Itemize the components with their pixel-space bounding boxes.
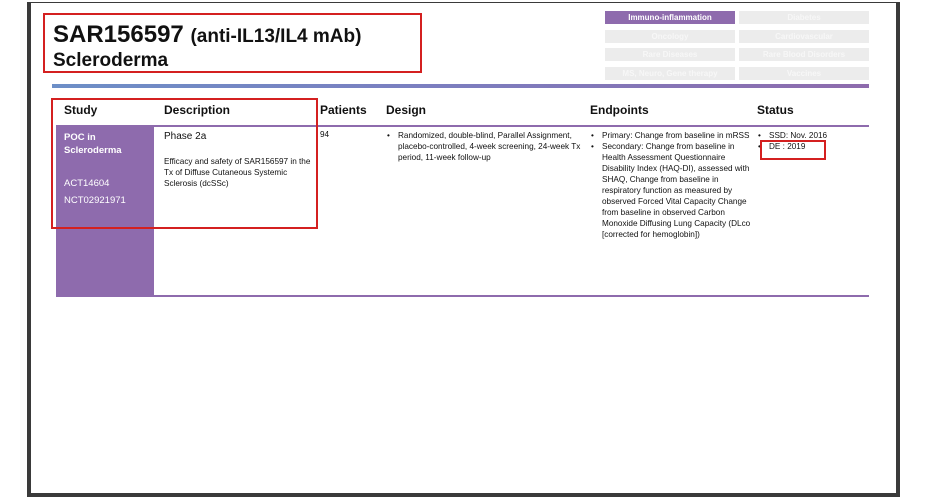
patient-count: 94: [320, 130, 330, 139]
tag-diabetes: Diabetes: [739, 11, 869, 24]
endpoint-primary: Primary: Change from baseline in mRSS: [591, 130, 752, 141]
table-bottom-rule: [56, 295, 869, 297]
status-de-highlight-box: [760, 140, 826, 160]
column-header-patients: Patients: [320, 103, 367, 117]
design-list: Randomized, double-blind, Parallel Assig…: [386, 130, 588, 163]
endpoints-list: Primary: Change from baseline in mRSS Se…: [590, 130, 752, 240]
title-highlight-box: [43, 13, 422, 73]
tag-rare-diseases: Rare Diseases: [605, 48, 735, 61]
tag-immuno-inflammation: Immuno-inflammation: [605, 11, 735, 24]
tag-vaccines: Vaccines: [739, 67, 869, 80]
tag-ms-neuro-gene-therapy: MS, Neuro, Gene therapy: [605, 67, 735, 80]
study-description-highlight-box: [51, 98, 318, 229]
header-divider: [52, 84, 869, 88]
column-header-status: Status: [757, 103, 794, 117]
tag-oncology: Oncology: [605, 30, 735, 43]
endpoint-secondary: Secondary: Change from baseline in Healt…: [591, 141, 752, 240]
design-item: Randomized, double-blind, Parallel Assig…: [387, 130, 588, 163]
column-header-endpoints: Endpoints: [590, 103, 649, 117]
tag-rare-blood-disorders: Rare Blood Disorders: [739, 48, 869, 61]
tag-cardiovascular: Cardiovascular: [739, 30, 869, 43]
column-header-design: Design: [386, 103, 427, 117]
